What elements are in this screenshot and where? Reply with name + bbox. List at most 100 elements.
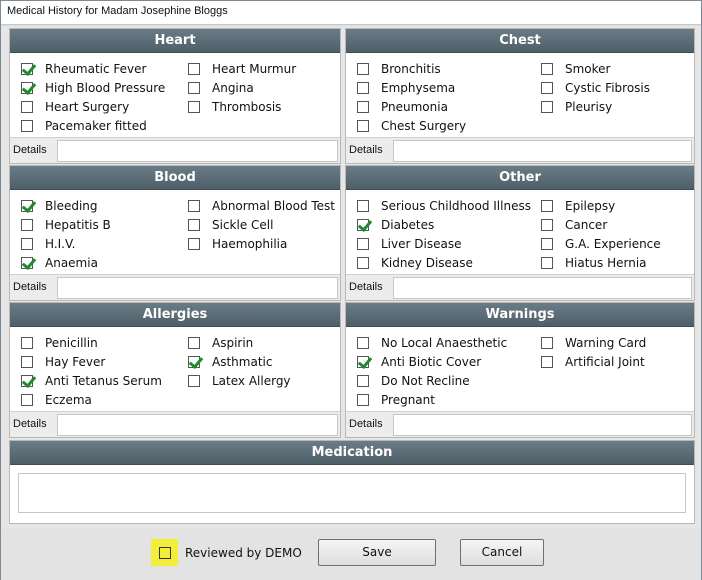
heart-item-heart-surgery[interactable]: Heart Surgery bbox=[21, 97, 165, 116]
checkbox-icon[interactable] bbox=[188, 199, 200, 212]
chest-item-pneumonia[interactable]: Pneumonia bbox=[357, 97, 466, 116]
other-item-cancer[interactable]: Cancer bbox=[541, 215, 661, 234]
blood-item-abnormal-blood-test[interactable]: Abnormal Blood Test bbox=[188, 196, 335, 215]
chest-details-input[interactable] bbox=[393, 140, 692, 162]
checkbox-icon[interactable] bbox=[357, 62, 369, 75]
heart-panel: Heart Rheumatic Fever High Blood Pressure… bbox=[9, 28, 341, 164]
allergies-item-anti-tetanus-serum[interactable]: Anti Tetanus Serum bbox=[21, 371, 162, 390]
heart-item-heart-murmur[interactable]: Heart Murmur bbox=[188, 59, 296, 78]
blood-details-input[interactable] bbox=[57, 277, 338, 299]
checkbox-icon[interactable] bbox=[541, 218, 553, 231]
checkbox-icon[interactable] bbox=[357, 100, 369, 113]
checkbox-icon[interactable] bbox=[188, 218, 200, 231]
warnings-item-warning-card[interactable]: Warning Card bbox=[541, 333, 646, 352]
blood-item-sickle-cell[interactable]: Sickle Cell bbox=[188, 215, 335, 234]
checkbox-icon[interactable] bbox=[541, 199, 553, 212]
chest-item-pleurisy[interactable]: Pleurisy bbox=[541, 97, 650, 116]
checked-checkbox-icon[interactable] bbox=[21, 256, 33, 269]
other-item-liver-disease[interactable]: Liver Disease bbox=[357, 234, 531, 253]
checkbox-icon[interactable] bbox=[21, 336, 33, 349]
blood-item-hepatitis-b[interactable]: Hepatitis B bbox=[21, 215, 111, 234]
checkbox-icon[interactable] bbox=[21, 237, 33, 250]
checked-checkbox-icon[interactable] bbox=[21, 81, 33, 94]
checked-checkbox-icon[interactable] bbox=[188, 355, 200, 368]
reviewed-checkbox[interactable] bbox=[158, 546, 171, 559]
chest-item-smoker[interactable]: Smoker bbox=[541, 59, 650, 78]
checkbox-icon[interactable] bbox=[21, 393, 33, 406]
other-panel: Other Serious Childhood Illness Diabetes L… bbox=[345, 165, 695, 301]
checkbox-icon[interactable] bbox=[188, 374, 200, 387]
checked-checkbox-icon[interactable] bbox=[21, 374, 33, 387]
warnings-details-input[interactable] bbox=[393, 414, 692, 436]
heart-item-rheumatic-fever[interactable]: Rheumatic Fever bbox=[21, 59, 165, 78]
checkbox-icon[interactable] bbox=[188, 237, 200, 250]
checkbox-icon[interactable] bbox=[357, 393, 369, 406]
content-area: Heart Rheumatic Fever High Blood Pressure… bbox=[1, 26, 701, 580]
checked-checkbox-icon[interactable] bbox=[21, 199, 33, 212]
allergies-item-eczema[interactable]: Eczema bbox=[21, 390, 162, 409]
allergies-item-label: Eczema bbox=[45, 392, 92, 407]
checkbox-icon[interactable] bbox=[541, 256, 553, 269]
checkbox-icon[interactable] bbox=[357, 81, 369, 94]
allergies-item-hay-fever[interactable]: Hay Fever bbox=[21, 352, 162, 371]
checkbox-icon[interactable] bbox=[21, 218, 33, 231]
heart-item-pacemaker-fitted[interactable]: Pacemaker fitted bbox=[21, 116, 165, 135]
blood-item-anaemia[interactable]: Anaemia bbox=[21, 253, 111, 272]
warnings-item-anti-biotic-cover[interactable]: Anti Biotic Cover bbox=[357, 352, 507, 371]
warnings-item-do-not-recline[interactable]: Do Not Recline bbox=[357, 371, 507, 390]
blood-details-label: Details bbox=[13, 281, 47, 293]
checked-checkbox-icon[interactable] bbox=[357, 218, 369, 231]
allergies-item-latex-allergy[interactable]: Latex Allergy bbox=[188, 371, 291, 390]
warnings-item-artificial-joint[interactable]: Artificial Joint bbox=[541, 352, 646, 371]
heart-item-high-blood-pressure[interactable]: High Blood Pressure bbox=[21, 78, 165, 97]
checkbox-icon[interactable] bbox=[541, 62, 553, 75]
checkbox-icon[interactable] bbox=[188, 336, 200, 349]
checkbox-icon[interactable] bbox=[541, 81, 553, 94]
checkbox-icon[interactable] bbox=[188, 81, 200, 94]
blood-item-bleeding[interactable]: Bleeding bbox=[21, 196, 111, 215]
other-item-diabetes[interactable]: Diabetes bbox=[357, 215, 531, 234]
warnings-item-no-local-anaesthetic[interactable]: No Local Anaesthetic bbox=[357, 333, 507, 352]
heart-details-input[interactable] bbox=[57, 140, 338, 162]
checkbox-icon[interactable] bbox=[21, 355, 33, 368]
medication-textarea[interactable] bbox=[18, 473, 686, 513]
checkbox-icon[interactable] bbox=[357, 199, 369, 212]
other-item-kidney-disease[interactable]: Kidney Disease bbox=[357, 253, 531, 272]
other-item-hiatus-hernia[interactable]: Hiatus Hernia bbox=[541, 253, 661, 272]
checkbox-icon[interactable] bbox=[188, 100, 200, 113]
checkbox-icon[interactable] bbox=[541, 336, 553, 349]
checkbox-icon[interactable] bbox=[357, 237, 369, 250]
chest-item-chest-surgery[interactable]: Chest Surgery bbox=[357, 116, 466, 135]
allergies-details-input[interactable] bbox=[57, 414, 338, 436]
checkbox-icon[interactable] bbox=[357, 256, 369, 269]
checkbox-icon[interactable] bbox=[357, 374, 369, 387]
blood-item-h-i-v[interactable]: H.I.V. bbox=[21, 234, 111, 253]
chest-item-bronchitis[interactable]: Bronchitis bbox=[357, 59, 466, 78]
heart-item-thrombosis[interactable]: Thrombosis bbox=[188, 97, 296, 116]
heart-item-angina[interactable]: Angina bbox=[188, 78, 296, 97]
allergies-item-aspirin[interactable]: Aspirin bbox=[188, 333, 291, 352]
checkbox-icon[interactable] bbox=[357, 119, 369, 132]
warnings-item-pregnant[interactable]: Pregnant bbox=[357, 390, 507, 409]
save-button[interactable]: Save bbox=[318, 539, 436, 566]
checkbox-icon[interactable] bbox=[357, 336, 369, 349]
checkbox-icon[interactable] bbox=[541, 355, 553, 368]
other-details-input[interactable] bbox=[393, 277, 692, 299]
other-item-serious-childhood-illness[interactable]: Serious Childhood Illness bbox=[357, 196, 531, 215]
blood-item-haemophilia[interactable]: Haemophilia bbox=[188, 234, 335, 253]
checked-checkbox-icon[interactable] bbox=[357, 355, 369, 368]
chest-item-emphysema[interactable]: Emphysema bbox=[357, 78, 466, 97]
other-item-g-a-experience[interactable]: G.A. Experience bbox=[541, 234, 661, 253]
other-item-epilepsy[interactable]: Epilepsy bbox=[541, 196, 661, 215]
cancel-button[interactable]: Cancel bbox=[460, 539, 544, 566]
checkbox-icon[interactable] bbox=[541, 237, 553, 250]
allergies-details-label: Details bbox=[13, 418, 47, 430]
chest-item-cystic-fibrosis[interactable]: Cystic Fibrosis bbox=[541, 78, 650, 97]
checked-checkbox-icon[interactable] bbox=[21, 62, 33, 75]
allergies-item-asthmatic[interactable]: Asthmatic bbox=[188, 352, 291, 371]
allergies-item-penicillin[interactable]: Penicillin bbox=[21, 333, 162, 352]
checkbox-icon[interactable] bbox=[188, 62, 200, 75]
checkbox-icon[interactable] bbox=[21, 119, 33, 132]
checkbox-icon[interactable] bbox=[541, 100, 553, 113]
checkbox-icon[interactable] bbox=[21, 100, 33, 113]
